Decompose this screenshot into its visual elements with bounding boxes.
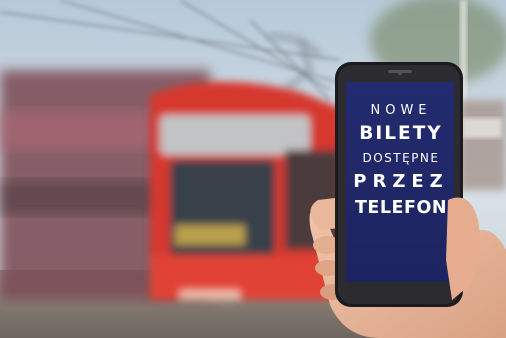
right-building — [460, 100, 506, 190]
right-sign — [462, 118, 502, 138]
screen-line-przez: PRZEZ — [353, 170, 449, 192]
screen-line-dostepne: DOSTĘPNE — [362, 150, 440, 165]
phone-screen-text: NOWE BILETY DOSTĘPNE PRZEZ TELEFON — [348, 98, 454, 217]
screen-line-bilety: BILETY — [359, 123, 443, 144]
screen-line-nowe: NOWE — [370, 103, 432, 118]
screen-line-telefon: TELEFON — [355, 197, 447, 218]
phone-speaker — [388, 70, 412, 73]
